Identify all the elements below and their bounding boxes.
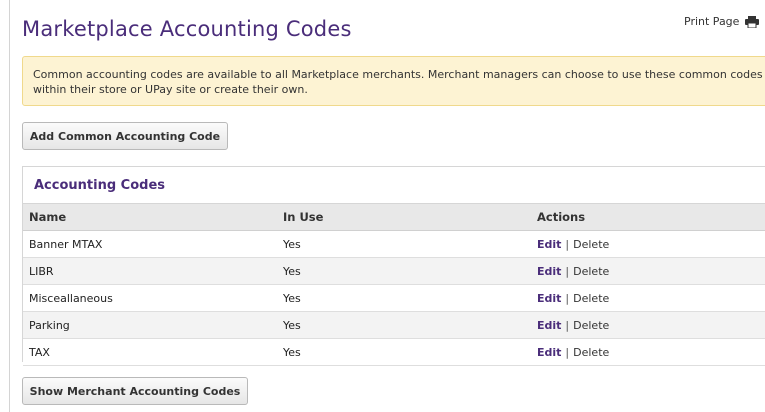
cell-actions: Edit | Delete bbox=[531, 284, 765, 312]
accounting-codes-panel: Accounting Codes Name In Use Actions Ban… bbox=[22, 166, 765, 366]
action-separator: | bbox=[565, 237, 570, 251]
cell-actions: Edit | Delete bbox=[531, 230, 765, 258]
edit-link[interactable]: Edit bbox=[537, 319, 561, 332]
edit-link[interactable]: Edit bbox=[537, 346, 561, 359]
info-notice-text: Common accounting codes are available to… bbox=[33, 68, 763, 96]
panel-title: Accounting Codes bbox=[23, 167, 765, 204]
column-header-actions: Actions bbox=[531, 204, 765, 231]
action-separator: | bbox=[565, 291, 570, 305]
cell-actions: Edit | Delete bbox=[531, 257, 765, 285]
cell-name: Misceallaneous bbox=[23, 284, 277, 312]
edit-link[interactable]: Edit bbox=[537, 238, 561, 251]
action-separator: | bbox=[565, 318, 570, 332]
column-header-in-use[interactable]: In Use bbox=[277, 204, 531, 231]
edit-link[interactable]: Edit bbox=[537, 265, 561, 278]
delete-link[interactable]: Delete bbox=[573, 238, 609, 251]
edit-link[interactable]: Edit bbox=[537, 292, 561, 305]
cell-actions: Edit | Delete bbox=[531, 338, 765, 366]
table-row: Parking Yes Edit | Delete bbox=[23, 311, 765, 339]
cell-name: Parking bbox=[23, 311, 277, 339]
column-header-name[interactable]: Name bbox=[23, 204, 277, 231]
table-row: Banner MTAX Yes Edit | Delete bbox=[23, 230, 765, 258]
delete-link[interactable]: Delete bbox=[573, 346, 609, 359]
cell-in-use: Yes bbox=[277, 284, 531, 312]
page-title: Marketplace Accounting Codes bbox=[22, 17, 352, 41]
accounting-codes-table: Name In Use Actions Banner MTAX Yes Edit… bbox=[23, 204, 765, 366]
cell-in-use: Yes bbox=[277, 230, 531, 258]
delete-link[interactable]: Delete bbox=[573, 319, 609, 332]
show-merchant-accounting-codes-button[interactable]: Show Merchant Accounting Codes bbox=[22, 377, 248, 405]
delete-link[interactable]: Delete bbox=[573, 265, 609, 278]
table-row: Misceallaneous Yes Edit | Delete bbox=[23, 284, 765, 312]
table-row: LIBR Yes Edit | Delete bbox=[23, 257, 765, 285]
delete-link[interactable]: Delete bbox=[573, 292, 609, 305]
cell-actions: Edit | Delete bbox=[531, 311, 765, 339]
cell-in-use: Yes bbox=[277, 311, 531, 339]
content-left-border bbox=[9, 0, 10, 412]
cell-name: Banner MTAX bbox=[23, 230, 277, 258]
printer-icon bbox=[745, 15, 760, 28]
cell-name: TAX bbox=[23, 338, 277, 366]
add-common-accounting-code-button[interactable]: Add Common Accounting Code bbox=[22, 122, 228, 150]
table-row: TAX Yes Edit | Delete bbox=[23, 338, 765, 366]
cell-in-use: Yes bbox=[277, 257, 531, 285]
info-notice: Common accounting codes are available to… bbox=[22, 56, 765, 106]
print-page-link[interactable]: Print Page bbox=[684, 15, 760, 28]
cell-name: LIBR bbox=[23, 257, 277, 285]
print-page-label: Print Page bbox=[684, 15, 740, 28]
action-separator: | bbox=[565, 264, 570, 278]
cell-in-use: Yes bbox=[277, 338, 531, 366]
action-separator: | bbox=[565, 345, 570, 359]
table-header-row: Name In Use Actions bbox=[23, 204, 765, 231]
